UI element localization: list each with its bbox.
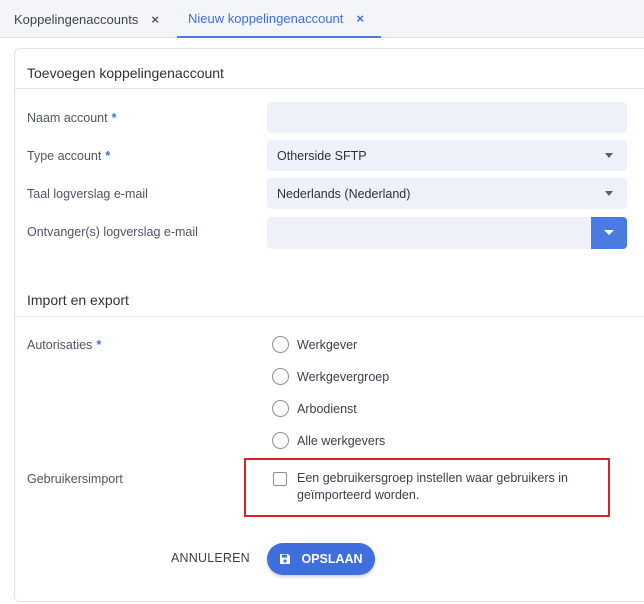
type-select[interactable]: Otherside SFTP — [267, 140, 627, 171]
close-icon[interactable]: × — [151, 12, 159, 27]
tab-label: Koppelingenaccounts — [14, 11, 139, 27]
save-button[interactable]: OPSLAAN — [267, 543, 375, 575]
radio-arbodienst[interactable]: Arbodienst — [272, 400, 357, 417]
close-icon[interactable]: × — [356, 11, 364, 26]
name-label: Naam account * — [27, 111, 117, 125]
user-import-label: Gebruikersimport — [27, 472, 123, 486]
required-marker: * — [96, 338, 102, 352]
save-label: OPSLAAN — [301, 552, 363, 566]
name-input[interactable] — [267, 102, 627, 133]
tab-bar: Koppelingenaccounts × Nieuw koppelingena… — [0, 0, 644, 38]
form-title: Toevoegen koppelingenaccount — [27, 65, 224, 81]
cancel-button[interactable]: ANNULEREN — [171, 551, 250, 565]
caret-down-icon — [605, 191, 613, 196]
type-select-value: Otherside SFTP — [277, 148, 367, 163]
caret-down-icon — [604, 230, 614, 235]
required-marker: * — [111, 111, 117, 125]
recipients-combobox[interactable] — [267, 217, 627, 249]
required-marker: * — [105, 149, 111, 163]
recipients-dropdown-button[interactable] — [591, 217, 627, 249]
radio-werkgever[interactable]: Werkgever — [272, 336, 357, 353]
language-label: Taal logverslag e-mail — [27, 187, 148, 201]
user-import-option[interactable]: Een gebruikersgroep instellen waar gebru… — [273, 470, 587, 504]
language-select-value: Nederlands (Nederland) — [277, 186, 411, 201]
user-import-checkbox-text: Een gebruikersgroep instellen waar gebru… — [297, 471, 568, 502]
authorizations-label: Autorisaties * — [27, 338, 102, 352]
radio-button[interactable] — [272, 368, 289, 385]
checkbox[interactable] — [273, 472, 287, 486]
floppy-disk-icon — [280, 554, 291, 564]
radio-button[interactable] — [272, 336, 289, 353]
language-select[interactable]: Nederlands (Nederland) — [267, 178, 627, 209]
radio-alle-werkgevers[interactable]: Alle werkgevers — [272, 432, 385, 449]
tab-koppelingenaccounts[interactable]: Koppelingenaccounts × — [14, 0, 159, 38]
radio-werkgevergroep[interactable]: Werkgevergroep — [272, 368, 389, 385]
import-export-title: Import en export — [27, 292, 129, 308]
recipients-label: Ontvanger(s) logverslag e-mail — [27, 225, 198, 239]
tab-nieuw-koppelingenaccount[interactable]: Nieuw koppelingenaccount × — [177, 0, 381, 38]
type-label: Type account * — [27, 149, 111, 163]
caret-down-icon — [605, 153, 613, 158]
tab-label: Nieuw koppelingenaccount — [188, 10, 344, 26]
divider — [15, 316, 644, 317]
radio-button[interactable] — [272, 400, 289, 417]
divider — [15, 88, 644, 89]
radio-button[interactable] — [272, 432, 289, 449]
